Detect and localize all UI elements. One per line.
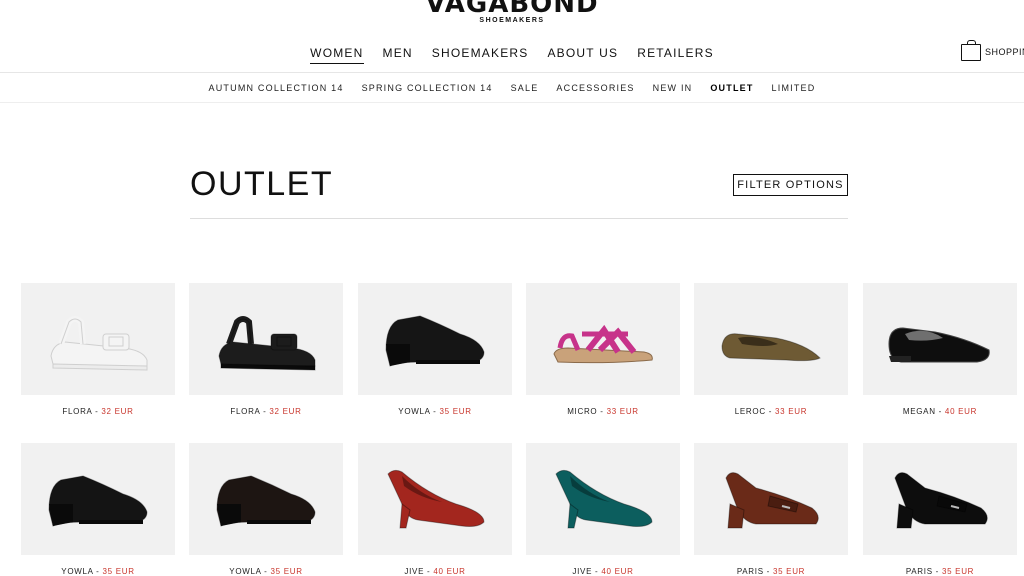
product-name: YOWLA [229,567,262,576]
product-caption[interactable]: YOWLA - 35 EUR [358,407,512,416]
product-price: 35 EUR [270,567,303,576]
main-nav-men[interactable]: MEN [383,46,413,64]
product-price: 40 EUR [433,567,466,576]
product-price: 35 EUR [102,567,135,576]
product-name: YOWLA [61,567,94,576]
product-price: 35 EUR [439,407,472,416]
filter-options-button[interactable]: FILTER OPTIONS [733,174,848,196]
product-name: LEROC [734,407,766,416]
product-card[interactable]: FLORA - 32 EUR [21,283,175,416]
product-caption[interactable]: MEGAN - 40 EUR [863,407,1017,416]
product-separator: - [424,567,434,576]
product-image[interactable] [21,283,175,395]
main-nav-about-us[interactable]: ABOUT US [547,46,618,64]
sub-nav-sale[interactable]: SALE [511,83,539,93]
main-nav-women[interactable]: WOMEN [310,46,364,64]
product-card[interactable]: LEROC - 33 EUR [694,283,848,416]
sub-nav-spring-collection[interactable]: SPRING COLLECTION 14 [362,83,493,93]
product-card[interactable]: JIVE - 40 EUR [526,443,680,576]
product-separator: - [92,407,102,416]
product-caption[interactable]: MICRO - 33 EUR [526,407,680,416]
brand-name: VAGABOND [425,0,599,19]
subnav-divider [0,102,1024,103]
product-caption[interactable]: YOWLA - 35 EUR [189,567,343,576]
product-price: 33 EUR [775,407,808,416]
product-image[interactable] [694,283,848,395]
product-caption[interactable]: FLORA - 32 EUR [189,407,343,416]
header-divider [0,72,1024,73]
sub-nav-new-in[interactable]: NEW IN [653,83,693,93]
product-separator: - [260,407,270,416]
product-image[interactable] [189,283,343,395]
product-image[interactable] [526,443,680,555]
sub-nav-autumn-collection[interactable]: AUTUMN COLLECTION 14 [209,83,344,93]
main-nav-retailers[interactable]: RETAILERS [637,46,714,64]
main-nav-shoemakers[interactable]: SHOEMAKERS [432,46,529,64]
product-card[interactable]: MEGAN - 40 EUR [863,283,1017,416]
product-caption[interactable]: PARIS - 35 EUR [863,567,1017,576]
product-caption[interactable]: LEROC - 33 EUR [694,407,848,416]
sub-nav-outlet[interactable]: OUTLET [710,83,753,93]
product-price: 33 EUR [606,407,639,416]
product-image[interactable] [526,283,680,395]
product-caption[interactable]: YOWLA - 35 EUR [21,567,175,576]
product-image[interactable] [863,283,1017,395]
product-name: FLORA [62,407,93,416]
product-separator: - [932,567,942,576]
product-name: PARIS [736,567,764,576]
product-separator: - [763,567,773,576]
product-price: 40 EUR [944,407,978,416]
product-name: MICRO [567,407,598,416]
product-separator: - [592,567,602,576]
product-price: 40 EUR [601,567,634,576]
product-price: 35 EUR [941,567,975,576]
page-title: OUTLET [190,165,334,203]
product-caption[interactable]: JIVE - 40 EUR [358,567,512,576]
product-image[interactable] [189,443,343,555]
product-name: JIVE [572,567,593,576]
product-card[interactable]: YOWLA - 35 EUR [189,443,343,576]
product-caption[interactable]: PARIS - 35 EUR [694,567,848,576]
product-name: YOWLA [398,407,431,416]
product-price: 32 EUR [269,407,302,416]
product-price: 32 EUR [101,407,134,416]
product-card[interactable]: MICRO - 33 EUR [526,283,680,416]
main-nav: WOMEN MEN SHOEMAKERS ABOUT US RETAILERS [0,46,1024,64]
product-price: 35 EUR [772,567,806,576]
product-caption[interactable]: JIVE - 40 EUR [526,567,680,576]
product-card[interactable]: YOWLA - 35 EUR [358,283,512,416]
product-image[interactable] [694,443,848,555]
product-caption[interactable]: FLORA - 32 EUR [21,407,175,416]
title-divider [190,218,848,219]
product-name: PARIS [905,567,933,576]
product-separator: - [765,407,776,416]
product-image[interactable] [358,283,512,395]
sub-nav-limited[interactable]: LIMITED [772,83,816,93]
product-image[interactable] [863,443,1017,555]
shopping-bag-icon[interactable] [961,40,981,61]
product-name: MEGAN [902,407,936,416]
product-card[interactable]: PARIS - 35 EUR [694,443,848,576]
product-name: JIVE [404,567,425,576]
brand-tagline: SHOEMAKERS [479,17,545,24]
sub-nav: AUTUMN COLLECTION 14 SPRING COLLECTION 1… [0,83,1024,93]
product-separator: - [935,407,945,416]
shopping-bag-label[interactable]: SHOPPIN [985,47,1024,57]
product-separator: - [597,407,607,416]
product-card[interactable]: YOWLA - 35 EUR [21,443,175,576]
sub-nav-accessories[interactable]: ACCESSORIES [556,83,634,93]
product-card[interactable]: FLORA - 32 EUR [189,283,343,416]
product-card[interactable]: PARIS - 35 EUR [863,443,1017,576]
product-name: FLORA [230,407,261,416]
product-card[interactable]: JIVE - 40 EUR [358,443,512,576]
product-image[interactable] [21,443,175,555]
product-image[interactable] [358,443,512,555]
